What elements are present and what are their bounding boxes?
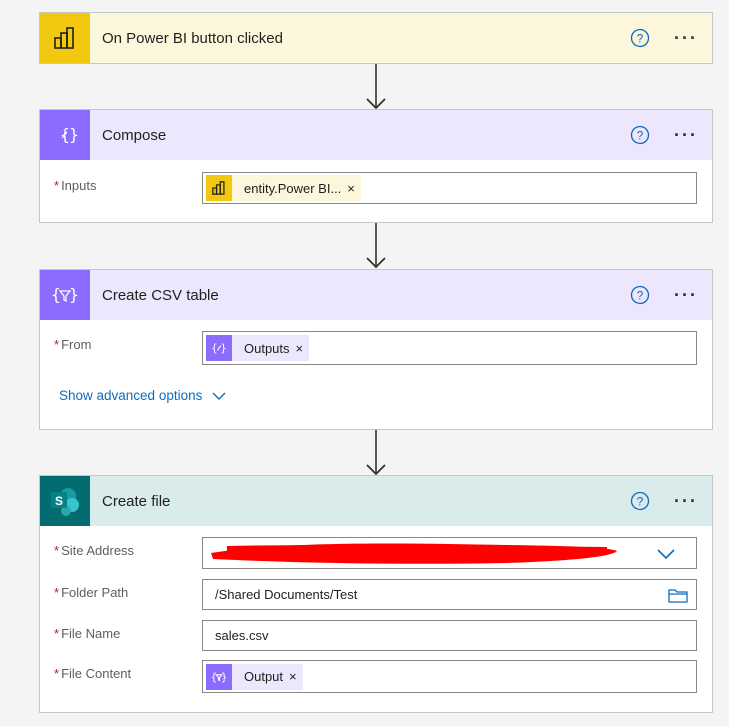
sharepoint-icon: S — [40, 476, 90, 526]
compose-header[interactable]: { } Compose ? ··· — [40, 110, 712, 160]
more-options-icon[interactable]: ··· — [674, 492, 698, 510]
help-icon[interactable]: ? — [630, 491, 650, 511]
folder-path-label: * Folder Path — [54, 585, 129, 600]
create-file-title: Create file — [102, 492, 171, 510]
from-label: * From — [54, 337, 92, 352]
svg-text:{: { — [211, 342, 218, 354]
site-address-row: * Site Address — [40, 537, 712, 569]
site-address-dropdown[interactable] — [202, 537, 697, 569]
file-name-label: * File Name — [54, 626, 121, 641]
file-name-value: sales.csv — [215, 628, 269, 643]
file-content-field[interactable]: { } Output × — [202, 660, 697, 693]
folder-path-field[interactable]: /Shared Documents/Test — [202, 579, 697, 610]
svg-text:?: ? — [637, 129, 644, 143]
create-csv-card[interactable]: { } Create CSV table ? ··· * From { } Ou… — [39, 269, 713, 430]
svg-text:}: } — [221, 671, 227, 683]
file-name-field[interactable]: sales.csv — [202, 620, 697, 651]
svg-text:}: } — [220, 342, 227, 354]
csv-table-icon: { } — [206, 663, 232, 690]
more-options-icon[interactable]: ··· — [674, 126, 698, 144]
more-options-icon[interactable]: ··· — [674, 29, 698, 47]
power-bi-icon — [40, 13, 90, 63]
create-file-header[interactable]: S Create file ? ··· — [40, 476, 712, 526]
svg-text:?: ? — [637, 495, 644, 509]
flow-arrow-icon — [366, 430, 386, 476]
compose-icon: { } — [206, 335, 232, 361]
dynamic-content-token[interactable]: { } Outputs × — [206, 335, 310, 361]
compose-title: Compose — [102, 126, 167, 144]
compose-card[interactable]: { } Compose ? ··· *Inputs entit — [39, 109, 713, 223]
trigger-title: On Power BI button clicked — [102, 29, 283, 47]
from-field[interactable]: { } Outputs × — [202, 331, 697, 365]
from-row: * From { } Outputs × — [40, 331, 712, 365]
folder-icon[interactable] — [668, 587, 688, 603]
folder-path-value: /Shared Documents/Test — [215, 587, 358, 602]
token-label: Outputs — [244, 340, 290, 356]
site-address-label: * Site Address — [54, 543, 135, 558]
token-label: Output — [244, 669, 284, 684]
svg-text:?: ? — [637, 289, 644, 303]
show-advanced-options-link[interactable]: Show advanced options — [59, 388, 226, 403]
remove-token-icon[interactable]: × — [296, 341, 310, 356]
dynamic-content-token[interactable]: { } Output × — [206, 663, 303, 690]
flow-arrow-icon — [366, 223, 386, 269]
token-label: entity.Power BI... — [244, 180, 342, 196]
remove-token-icon[interactable]: × — [289, 669, 303, 684]
help-icon[interactable]: ? — [630, 125, 650, 145]
svg-text:{: { — [51, 285, 61, 304]
trigger-card[interactable]: On Power BI button clicked ? ··· — [39, 12, 713, 64]
redaction-scribble — [211, 543, 617, 564]
inputs-row: * Inputs entity.Power BI... × — [40, 172, 712, 204]
create-csv-header[interactable]: { } Create CSV table ? ··· — [40, 270, 712, 320]
trigger-header[interactable]: On Power BI button clicked ? ··· — [40, 13, 712, 63]
file-content-label: * File Content — [54, 666, 132, 681]
file-name-row: * File Name sales.csv — [40, 620, 712, 652]
svg-text:S: S — [55, 494, 63, 508]
svg-text:}: } — [69, 285, 79, 304]
folder-path-row: * Folder Path /Shared Documents/Test — [40, 579, 712, 611]
chevron-down-icon — [212, 392, 226, 400]
chevron-down-icon[interactable] — [656, 548, 676, 560]
file-content-row: * File Content { } Output × — [40, 660, 712, 693]
svg-text:?: ? — [637, 32, 644, 46]
more-options-icon[interactable]: ··· — [674, 286, 698, 304]
remove-token-icon[interactable]: × — [347, 181, 361, 196]
create-file-card[interactable]: S Create file ? ··· * Site Address * Folde… — [39, 475, 713, 713]
inputs-field[interactable]: entity.Power BI... × — [202, 172, 697, 204]
help-icon[interactable]: ? — [630, 28, 650, 48]
compose-icon: { } — [40, 110, 90, 160]
flow-arrow-icon — [366, 64, 386, 110]
dynamic-content-token[interactable]: entity.Power BI... × — [206, 175, 361, 201]
create-csv-title: Create CSV table — [102, 286, 219, 304]
svg-text:}: } — [69, 125, 79, 144]
svg-text:{: { — [211, 671, 217, 683]
show-advanced-options-label: Show advanced options — [59, 388, 203, 403]
inputs-label: * Inputs — [54, 178, 97, 193]
power-bi-icon — [206, 175, 232, 201]
help-icon[interactable]: ? — [630, 285, 650, 305]
csv-table-icon: { } — [40, 270, 90, 320]
